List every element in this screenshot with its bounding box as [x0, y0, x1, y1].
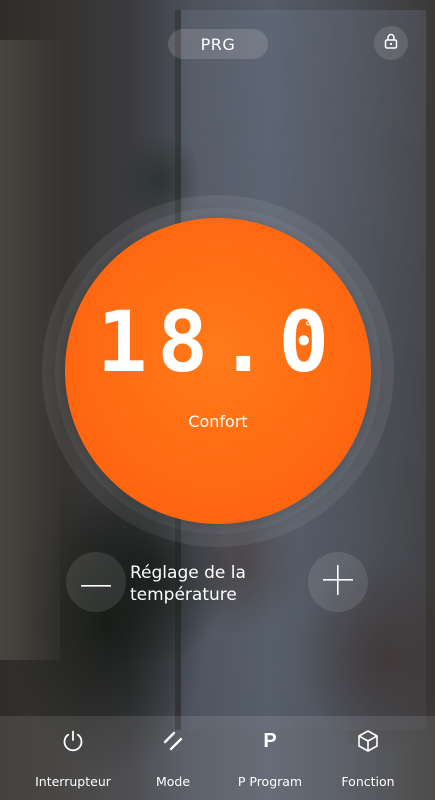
- nav-item-p-program[interactable]: P P Program: [220, 728, 320, 792]
- program-button[interactable]: PRG: [168, 29, 268, 59]
- power-icon: [60, 728, 86, 754]
- temperature-mode-label: Confort: [188, 412, 248, 431]
- increase-temperature-button[interactable]: [308, 552, 368, 612]
- cube-icon: [355, 728, 381, 754]
- program-label: PRG: [200, 34, 236, 54]
- nav-label-fonction: Fonction: [341, 774, 395, 789]
- mode-slashes-icon: [160, 728, 186, 754]
- p-letter-icon: P: [263, 730, 277, 752]
- nav-label-interrupteur: Interrupteur: [35, 774, 111, 789]
- temperature-value: 18.0: [96, 293, 340, 391]
- temperature-unit: ℃: [305, 320, 321, 335]
- nav-item-mode[interactable]: Mode: [123, 728, 223, 792]
- minus-icon: [81, 573, 111, 592]
- decrease-temperature-button[interactable]: [66, 552, 126, 612]
- lock-icon: [384, 33, 398, 53]
- nav-label-mode: Mode: [155, 774, 191, 789]
- plus-icon: [323, 565, 353, 599]
- nav-item-fonction[interactable]: Fonction: [318, 728, 418, 792]
- nav-item-interrupteur[interactable]: Interrupteur: [23, 728, 123, 792]
- lock-button[interactable]: [374, 26, 408, 60]
- temperature-adjust-label: Réglage de la température: [130, 563, 246, 605]
- nav-label-p-program: P Program: [237, 774, 303, 789]
